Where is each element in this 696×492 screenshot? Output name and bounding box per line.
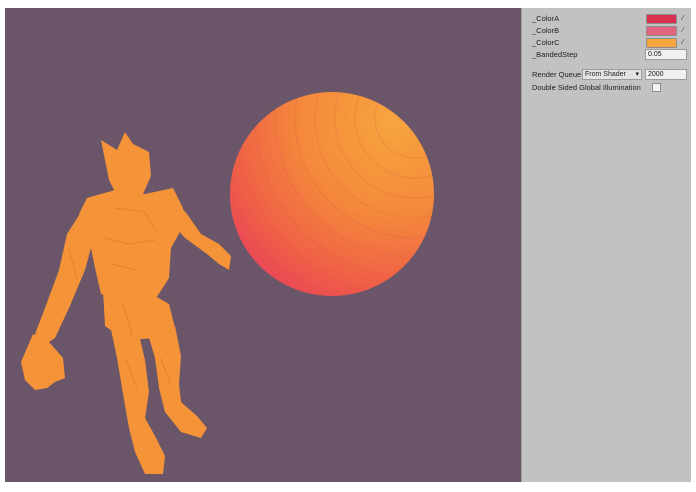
color-a-swatch[interactable] (646, 13, 677, 24)
eyedropper-icon[interactable]: ⁄ (679, 38, 687, 47)
double-sided-gi-label: Double Sided Global Illumination (532, 83, 641, 92)
character-model[interactable] (21, 132, 231, 474)
double-sided-gi-row: Double Sided Global Illumination (532, 82, 687, 93)
double-sided-gi-checkbox[interactable] (652, 83, 661, 92)
banded-sphere[interactable] (215, 8, 521, 318)
property-row-color-a: _ColorA ⁄ (532, 13, 687, 24)
property-label: _ColorC (532, 38, 560, 47)
property-label: _ColorB (532, 26, 560, 35)
render-queue-row: Render Queue From Shader ▾ 2000 (532, 69, 687, 80)
property-label: _BandedStep (532, 50, 578, 59)
eyedropper-icon[interactable]: ⁄ (679, 26, 687, 35)
banded-step-field[interactable]: 0.05 (645, 49, 687, 60)
render-queue-label: Render Queue (532, 70, 582, 79)
color-b-swatch[interactable] (646, 25, 677, 36)
scene-viewport[interactable] (5, 8, 521, 482)
editor-frame: _ColorA ⁄ _ColorB ⁄ _ColorC ⁄ _BandedSte… (5, 8, 691, 482)
eyedropper-icon[interactable]: ⁄ (679, 14, 687, 23)
color-c-swatch[interactable] (646, 37, 677, 48)
render-queue-field[interactable]: 2000 (645, 69, 687, 80)
render-queue-mode: From Shader (585, 71, 626, 78)
property-row-color-b: _ColorB ⁄ (532, 25, 687, 36)
scene-render (21, 8, 521, 474)
material-inspector: _ColorA ⁄ _ColorB ⁄ _ColorC ⁄ _BandedSte… (521, 8, 691, 482)
property-row-color-c: _ColorC ⁄ (532, 37, 687, 48)
chevron-down-icon: ▾ (635, 71, 639, 78)
property-label: _ColorA (532, 14, 560, 23)
property-row-banded-step: _BandedStep 0.05 (532, 49, 687, 60)
render-queue-dropdown[interactable]: From Shader ▾ (582, 69, 642, 80)
